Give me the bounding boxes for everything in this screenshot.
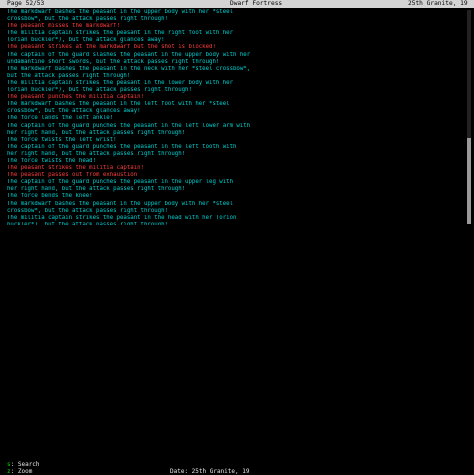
log-line: The peasant strikes at the markdwarf but…	[7, 44, 216, 51]
log-line: The force twists the head!	[7, 157, 97, 164]
log-line: crossbow*, but the attack passes right t…	[7, 207, 168, 214]
log-line: her right hand, but the attack passes ri…	[7, 186, 186, 193]
log-line: crossbow*, but the attack passes right t…	[7, 16, 168, 23]
page-indicator: Page 52/53	[7, 0, 45, 7]
log-line: The markdwarf bashes the peasant in the …	[7, 9, 233, 15]
search-label: Search	[17, 461, 40, 468]
log-line: undamantine short swords, but the attack…	[7, 58, 220, 65]
window-title: Dwarf Fortress	[230, 0, 283, 7]
log-line: The force bends the knee!	[7, 193, 93, 200]
log-line: The peasant misses the markdwarf!	[7, 23, 120, 30]
scroll-thumb[interactable]	[467, 138, 471, 224]
log-line: (orian buckler*), but the attack glances…	[7, 37, 165, 44]
log-line: The markdwarf bashes the peasant in the …	[7, 65, 251, 72]
log-line: The peasant punches the militia captain!	[7, 94, 144, 101]
log-line: The captain of the guard punches the pea…	[7, 179, 233, 186]
zoom-label: Zoom	[17, 468, 33, 475]
log-line: buckler*), but the attack passes right t…	[7, 221, 168, 225]
log-line: The force lands the left ankle!	[7, 115, 114, 122]
log-line: The markdwarf bashes the peasant in the …	[7, 200, 233, 207]
header-date: 25th Granite, 19	[408, 0, 468, 7]
log-line: The captain of the guard punches the pea…	[7, 143, 237, 150]
log-line: The peasant passes out from exhaustion	[7, 172, 138, 179]
log-line: (orian buckler*), but the attack passes …	[7, 87, 192, 94]
log-line: her right hand, but the attack passes ri…	[7, 150, 186, 157]
combat-log[interactable]: The markdwarf bashes the peasant in the …	[7, 9, 462, 225]
command-bar: s: Search z: Zoom Date: 25th Granite, 19	[0, 229, 474, 475]
log-line: The captain of the guard punches the pea…	[7, 122, 251, 129]
log-line: The peasant strikes the militia captain!	[7, 165, 144, 172]
log-line: The force twists the left wrist!	[7, 136, 117, 143]
log-line: crossbow*, but the attack glances away!	[7, 108, 141, 115]
log-line: The militia captain strikes the peasant …	[7, 214, 237, 221]
search-command[interactable]: s: Search	[7, 461, 40, 468]
log-line: The militia captain strikes the peasant …	[7, 79, 233, 86]
log-line: The militia captain strikes the peasant …	[7, 30, 233, 37]
log-line: The markdwarf bashes the peasant in the …	[7, 101, 230, 108]
log-scrollbar[interactable]	[467, 10, 471, 224]
log-line: The captain of the guard slashes the pea…	[7, 51, 251, 58]
log-line: but the attack passes right through!	[7, 72, 131, 79]
title-bar: Page 52/53 Dwarf Fortress 25th Granite, …	[0, 0, 474, 8]
zoom-command[interactable]: z: Zoom	[7, 468, 32, 475]
log-line: her right hand, but the attack passes ri…	[7, 129, 186, 136]
footer-date: Date: 25th Granite, 19	[170, 468, 250, 475]
